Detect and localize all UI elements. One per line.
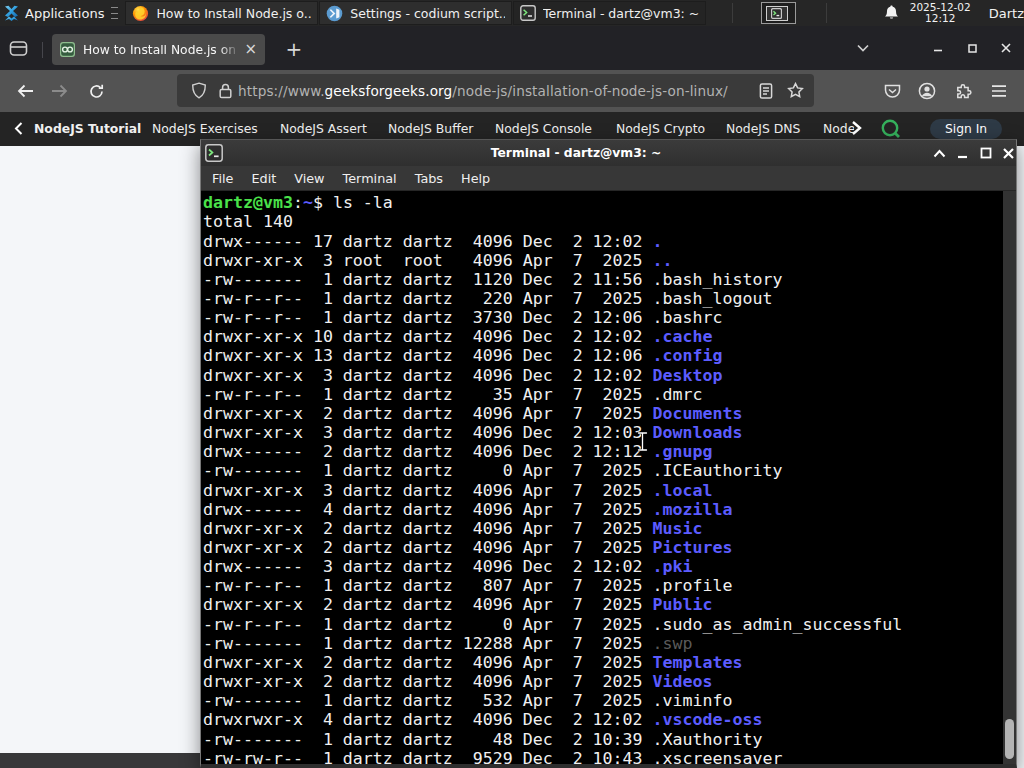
taskbar-label: How to Install Node.js o... — [156, 6, 311, 21]
tab-list-chevron-icon[interactable] — [852, 34, 874, 62]
terminal-close-button[interactable] — [997, 140, 1020, 166]
subnav-item-nodejs-tutorial[interactable]: NodeJS Tutorial — [34, 121, 141, 136]
terminal-output: dartz@vm3:~$ ls -latotal 140drwx------ 1… — [203, 193, 902, 764]
taskbar-button-firefox[interactable]: How to Install Node.js o... — [125, 1, 318, 25]
mouse-cursor-ibeam — [636, 431, 649, 452]
url-scheme: https://www. — [238, 83, 325, 99]
tab-close-icon[interactable]: × — [244, 42, 257, 57]
taskbar-button-terminal[interactable]: Terminal - dartz@vm3: ~ — [513, 1, 706, 25]
firefox-icon — [132, 5, 149, 22]
terminal-titlebar[interactable]: Terminal - dartz@vm3: ~ — [201, 140, 1016, 166]
url-domain: geeksforgeeks.org — [325, 83, 453, 99]
forward-button[interactable] — [44, 70, 74, 112]
workspace-pager[interactable] — [761, 2, 796, 24]
taskbar-label: Settings - codium script... — [350, 6, 505, 21]
subnav-item-nodejs-console[interactable]: NodeJS Console — [495, 121, 592, 136]
extensions-puzzle-icon[interactable] — [948, 70, 978, 112]
firefox-view-icon[interactable] — [9, 39, 28, 62]
subnav-item-nodejs-dns[interactable]: NodeJS DNS — [726, 121, 800, 136]
menu-edit[interactable]: Edit — [251, 171, 276, 186]
terminal-maximize-button[interactable] — [974, 140, 997, 166]
menu-terminal[interactable]: Terminal — [343, 171, 397, 186]
window-close-button[interactable] — [993, 34, 1019, 62]
terminal-title: Terminal - dartz@vm3: ~ — [223, 146, 929, 160]
subnav-item-nodejs-exercises[interactable]: NodeJS Exercises — [152, 121, 258, 136]
subnav-scroll-right-icon[interactable] — [851, 120, 862, 139]
terminal-minimize-button[interactable] — [951, 140, 974, 166]
new-tab-button[interactable]: + — [281, 36, 307, 62]
subnav-item-nodejs-crypto[interactable]: NodeJS Crypto — [616, 121, 705, 136]
account-icon[interactable] — [912, 70, 942, 112]
reader-mode-icon[interactable] — [759, 83, 773, 99]
notification-bell-icon[interactable] — [883, 4, 900, 22]
tab-separator — [42, 42, 43, 58]
terminal-shade-button[interactable] — [928, 140, 951, 166]
vscodium-icon — [326, 5, 343, 22]
pocket-icon[interactable] — [877, 70, 907, 112]
panel-grip-icon — [111, 7, 118, 19]
browser-tab[interactable]: How to Install Node.js on × — [52, 34, 265, 65]
menu-file[interactable]: File — [212, 171, 233, 186]
taskbar-button-vscodium[interactable]: Settings - codium script... — [319, 1, 512, 25]
terminal-scrollbar-thumb[interactable] — [1005, 719, 1014, 759]
firefox-toolbar: https://www.geeksforgeeks.org/node-js/in… — [0, 70, 1024, 112]
xfce-logo-icon — [3, 5, 20, 22]
terminal-window-icon — [205, 144, 223, 166]
menu-help[interactable]: Help — [461, 171, 490, 186]
url-text: https://www.geeksforgeeks.org/node-js/in… — [238, 83, 759, 99]
url-bar[interactable]: https://www.geeksforgeeks.org/node-js/in… — [177, 74, 814, 107]
pager-window-preview — [766, 6, 788, 21]
desktop-bottom-strip — [0, 753, 201, 768]
subnav-item-nodejs-buffer[interactable]: NodeJS Buffer — [388, 121, 473, 136]
subnav-item-node-truncated[interactable]: Node — [823, 121, 854, 136]
panel-clock[interactable]: 2025-12-02 12:12 — [910, 2, 971, 24]
reload-button[interactable] — [81, 70, 111, 112]
terminal-content[interactable]: dartz@vm3:~$ ls -latotal 140drwx------ 1… — [201, 191, 1016, 764]
firefox-tab-bar: How to Install Node.js on × + — [0, 26, 1024, 70]
menu-view[interactable]: View — [294, 171, 324, 186]
menu-tabs[interactable]: Tabs — [415, 171, 443, 186]
padlock-icon[interactable] — [219, 83, 232, 99]
terminal-window: Terminal - dartz@vm3: ~ File Edit View T… — [200, 139, 1017, 768]
tracking-shield-icon[interactable] — [185, 70, 213, 112]
applications-label: Applications — [25, 6, 104, 21]
tab-title: How to Install Node.js on — [83, 43, 242, 57]
menu-hamburger-icon[interactable] — [984, 70, 1014, 112]
clock-time: 12:12 — [910, 13, 971, 24]
panel-user-name[interactable]: Dartz — [989, 6, 1024, 21]
terminal-taskbar-icon — [520, 5, 536, 21]
panel-separator — [826, 3, 827, 23]
subnav-item-nodejs-assert[interactable]: NodeJS Assert — [280, 121, 367, 136]
terminal-menubar: File Edit View Terminal Tabs Help — [201, 166, 1016, 191]
taskbar-label: Terminal - dartz@vm3: ~ — [543, 6, 699, 21]
sign-in-button[interactable]: Sign In — [930, 119, 1002, 139]
bookmark-star-icon[interactable] — [787, 82, 804, 99]
desktop: How to Install Node.js on × + — [0, 0, 1024, 768]
url-path: /node-js/installation-of-node-js-on-linu… — [452, 83, 727, 99]
window-maximize-button[interactable] — [959, 34, 985, 62]
xfce-panel: Applications How to Install Node.js o... — [0, 0, 1024, 26]
terminal-scrollbar[interactable] — [1003, 191, 1016, 764]
window-minimize-button[interactable] — [925, 34, 951, 62]
subnav-scroll-left-icon[interactable] — [14, 122, 23, 138]
tab-favicon-gfg-icon — [60, 42, 75, 57]
applications-menu-button[interactable]: Applications — [0, 0, 124, 26]
back-button[interactable] — [10, 70, 40, 112]
panel-separator — [732, 3, 733, 23]
